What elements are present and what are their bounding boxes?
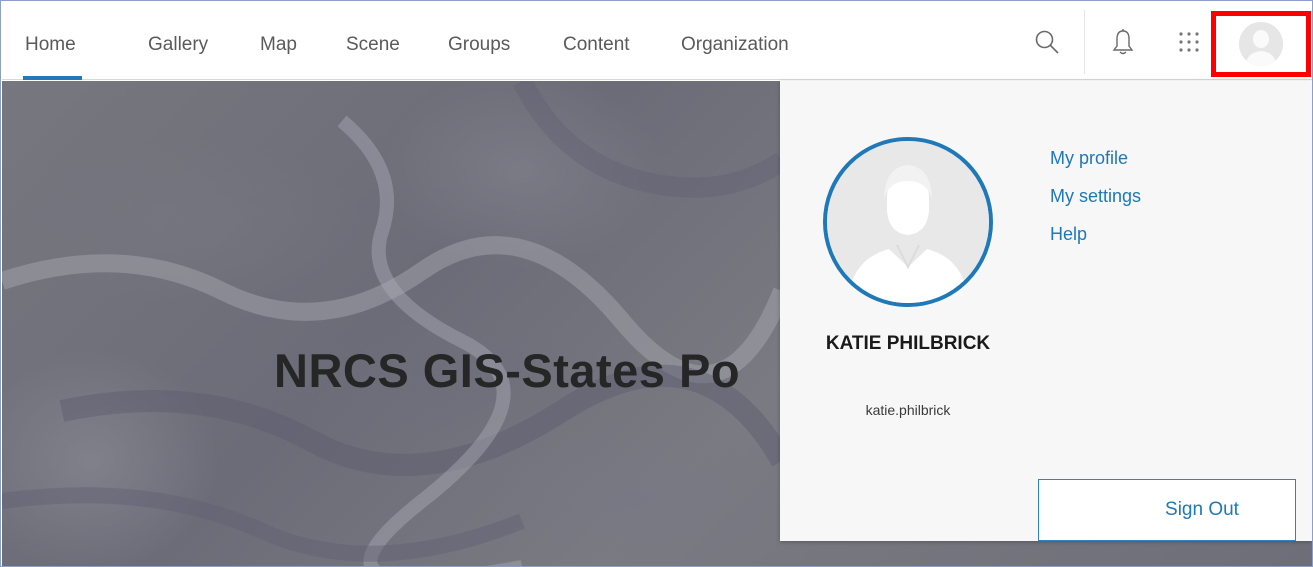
nav-home[interactable]: Home xyxy=(23,2,82,80)
notifications-button[interactable] xyxy=(1096,16,1150,72)
app-launcher-icon xyxy=(1177,30,1201,59)
avatar xyxy=(1239,22,1283,66)
user-username: katie.philbrick xyxy=(865,402,951,418)
user-silhouette-icon xyxy=(1239,22,1283,66)
nav-map[interactable]: Map xyxy=(260,2,297,80)
search-icon xyxy=(1034,29,1060,60)
search-button[interactable] xyxy=(1020,16,1074,72)
nav-scene[interactable]: Scene xyxy=(346,2,400,80)
nav-organization[interactable]: Organization xyxy=(681,2,789,80)
nav-content[interactable]: Content xyxy=(563,2,630,80)
help-link[interactable]: Help xyxy=(1050,224,1087,245)
user-menu-panel: KATIE PHILBRICK katie.philbrick My profi… xyxy=(780,81,1312,541)
bell-icon xyxy=(1112,28,1134,61)
page-title: NRCS GIS-States Po xyxy=(274,344,741,397)
app-launcher-button[interactable] xyxy=(1162,16,1216,72)
nav-divider xyxy=(1084,10,1085,74)
my-settings-link[interactable]: My settings xyxy=(1050,186,1141,207)
sign-out-button[interactable]: Sign Out xyxy=(1038,479,1296,541)
browser-frame: Home Gallery Map Scene Groups Content Or… xyxy=(0,0,1313,567)
user-avatar-button[interactable] xyxy=(1211,11,1311,77)
user-silhouette-icon xyxy=(827,141,989,303)
top-navigation: Home Gallery Map Scene Groups Content Or… xyxy=(2,2,1312,80)
nav-gallery[interactable]: Gallery xyxy=(148,2,208,80)
user-full-name: KATIE PHILBRICK xyxy=(825,333,991,354)
my-profile-link[interactable]: My profile xyxy=(1050,148,1128,169)
nav-groups[interactable]: Groups xyxy=(448,2,510,80)
profile-avatar xyxy=(823,137,993,307)
